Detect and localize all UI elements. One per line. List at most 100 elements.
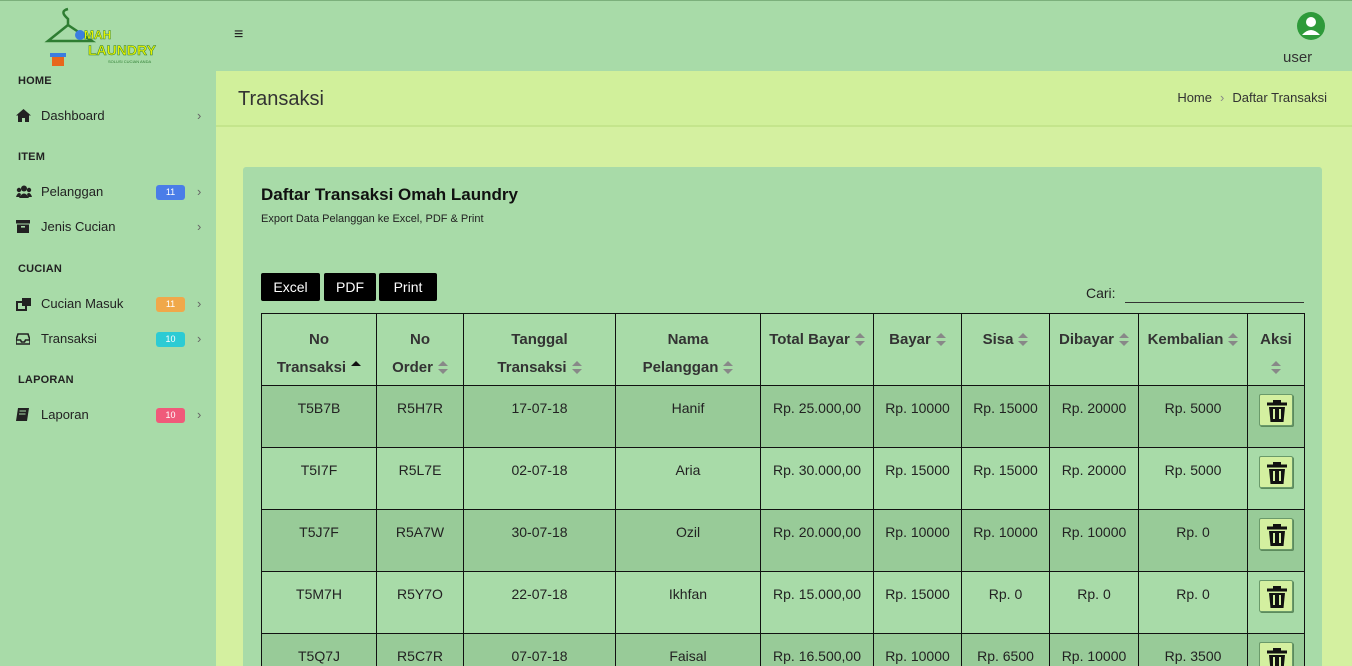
- delete-button[interactable]: [1259, 580, 1293, 612]
- chevron-right-icon: ›: [197, 108, 202, 123]
- table-row: T5J7F R5A7W 30-07-18 Ozil Rp. 20.000,00 Rp. 1…: [261, 509, 1305, 572]
- table-cell: Ozil: [615, 509, 761, 572]
- delete-button[interactable]: [1259, 518, 1293, 550]
- delete-button[interactable]: [1259, 456, 1293, 488]
- table-cell: Rp. 20.000,00: [760, 509, 874, 572]
- sort-icon: [1271, 361, 1281, 375]
- delete-button[interactable]: [1259, 642, 1293, 666]
- sidebar-item-jenis-cucian[interactable]: Jenis Cucian ›: [0, 212, 216, 242]
- chevron-right-icon: ›: [197, 296, 202, 311]
- card-subtitle: Export Data Pelanggan ke Excel, PDF & Pr…: [261, 213, 484, 225]
- search-label: Cari:: [1086, 285, 1116, 301]
- column-header-no-order[interactable]: No Order: [376, 313, 464, 386]
- table-cell: R5Y7O: [376, 571, 464, 634]
- sidebar-item-dashboard[interactable]: Dashboard ›: [0, 101, 216, 131]
- table-cell: Rp. 0: [1138, 509, 1248, 572]
- count-badge: 11: [156, 185, 185, 200]
- table-cell: Rp. 20000: [1049, 385, 1139, 448]
- column-header-no-transaksi[interactable]: No Transaksi: [261, 313, 377, 386]
- column-header-dibayar[interactable]: Dibayar: [1049, 313, 1139, 386]
- table-cell: Rp. 5000: [1138, 385, 1248, 448]
- transactions-card: Daftar Transaksi Omah Laundry Export Dat…: [243, 167, 1322, 666]
- table-row: T5B7B R5H7R 17-07-18 Hanif Rp. 25.000,00 Rp. …: [261, 385, 1305, 448]
- sort-icon: [723, 361, 734, 375]
- page-title: Transaksi: [238, 88, 324, 110]
- table-cell: T5M7H: [261, 571, 377, 634]
- sidebar-item-transaksi[interactable]: Transaksi 10 ›: [0, 324, 216, 354]
- action-cell: [1247, 571, 1305, 634]
- table-cell: Rp. 20000: [1049, 447, 1139, 510]
- sort-icon: [571, 361, 582, 375]
- table-cell: Rp. 30.000,00: [760, 447, 874, 510]
- delete-button[interactable]: [1259, 394, 1293, 426]
- sidebar-section-laporan: LAPORAN: [18, 374, 74, 386]
- external-link-icon: [16, 297, 32, 311]
- table-cell: Rp. 0: [961, 571, 1050, 634]
- user-name[interactable]: user: [1283, 49, 1312, 66]
- table-cell: 17-07-18: [463, 385, 616, 448]
- table-row: T5I7F R5L7E 02-07-18 Aria Rp. 30.000,00 Rp. 1…: [261, 447, 1305, 510]
- chevron-right-icon: ›: [1220, 90, 1225, 105]
- hamburger-icon[interactable]: ≡: [234, 27, 250, 43]
- table-cell: R5L7E: [376, 447, 464, 510]
- column-header-total-bayar[interactable]: Total Bayar: [760, 313, 874, 386]
- table-cell: Rp. 16.500,00: [760, 633, 874, 666]
- sidebar-item-label: Pelanggan: [41, 184, 104, 199]
- table-cell: Rp. 10000: [873, 633, 962, 666]
- table-cell: 02-07-18: [463, 447, 616, 510]
- table-cell: Rp. 15.000,00: [760, 571, 874, 634]
- sidebar-section-item: ITEM: [18, 151, 46, 163]
- action-cell: [1247, 509, 1305, 572]
- column-header-kembalian[interactable]: Kembalian: [1138, 313, 1248, 386]
- column-header-sisa[interactable]: Sisa: [961, 313, 1050, 386]
- table-cell: T5J7F: [261, 509, 377, 572]
- breadcrumb-home[interactable]: Home: [1177, 90, 1212, 105]
- table-cell: Faisal: [615, 633, 761, 666]
- table-cell: Rp. 15000: [873, 571, 962, 634]
- action-cell: [1247, 447, 1305, 510]
- sort-asc-icon: [351, 361, 362, 375]
- table-cell: R5C7R: [376, 633, 464, 666]
- table-cell: Rp. 15000: [961, 385, 1050, 448]
- export-excel-button[interactable]: Excel: [261, 273, 320, 301]
- table-cell: 30-07-18: [463, 509, 616, 572]
- table-cell: Rp. 10000: [961, 509, 1050, 572]
- sidebar-item-laporan[interactable]: Laporan 10 ›: [0, 400, 216, 430]
- action-cell: [1247, 385, 1305, 448]
- table-cell: Rp. 15000: [961, 447, 1050, 510]
- top-navbar: MAH LAUNDRY SOLUSI CUCIAN ANDA ≡ user: [0, 0, 1352, 71]
- table-cell: Ikhfan: [615, 571, 761, 634]
- search-input[interactable]: [1125, 283, 1304, 303]
- column-header-tanggal-transaksi[interactable]: Tanggal Transaksi: [463, 313, 616, 386]
- table-cell: Hanif: [615, 385, 761, 448]
- table-cell: Rp. 10000: [873, 509, 962, 572]
- column-header-nama-pelanggan[interactable]: Nama Pelanggan: [615, 313, 761, 386]
- column-header-bayar[interactable]: Bayar: [873, 313, 962, 386]
- app-logo[interactable]: MAH LAUNDRY SOLUSI CUCIAN ANDA: [40, 5, 170, 69]
- column-header-aksi[interactable]: Aksi: [1247, 313, 1305, 386]
- users-icon: [16, 185, 32, 199]
- table-cell: R5A7W: [376, 509, 464, 572]
- sidebar-item-label: Jenis Cucian: [41, 219, 116, 234]
- table-cell: Rp. 5000: [1138, 447, 1248, 510]
- chevron-right-icon: ›: [197, 331, 202, 346]
- export-pdf-button[interactable]: PDF: [324, 273, 376, 301]
- sidebar-item-pelanggan[interactable]: Pelanggan 11 ›: [0, 177, 216, 207]
- table-cell: Rp. 25.000,00: [760, 385, 874, 448]
- table-cell: Rp. 10000: [873, 385, 962, 448]
- print-button[interactable]: Print: [379, 273, 437, 301]
- table-cell: 22-07-18: [463, 571, 616, 634]
- sidebar-item-label: Cucian Masuk: [41, 296, 124, 311]
- user-avatar-icon[interactable]: [1297, 12, 1325, 40]
- count-badge: 11: [156, 297, 185, 312]
- sort-icon: [1228, 333, 1239, 347]
- card-title: Daftar Transaksi Omah Laundry: [261, 185, 518, 204]
- table-cell: Rp. 0: [1049, 571, 1139, 634]
- chevron-right-icon: ›: [197, 184, 202, 199]
- sidebar-item-cucian-masuk[interactable]: Cucian Masuk 11 ›: [0, 289, 216, 319]
- breadcrumb-current: Daftar Transaksi: [1232, 90, 1327, 105]
- table-cell: T5B7B: [261, 385, 377, 448]
- table-cell: Rp. 10000: [1049, 633, 1139, 666]
- action-cell: [1247, 633, 1305, 666]
- sort-icon: [437, 361, 448, 375]
